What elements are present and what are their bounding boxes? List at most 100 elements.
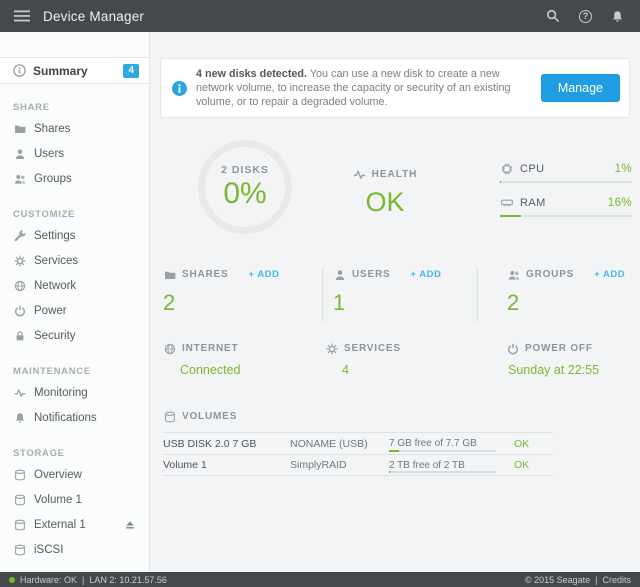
sidebar-item-label: Summary <box>33 64 88 78</box>
stats-row: SHARES + ADD 2 USERS + ADD 1 GROUPS + AD… <box>150 268 630 322</box>
help-button[interactable]: ? <box>579 10 592 23</box>
users-label: USERS <box>352 269 390 280</box>
volumes-table: USB DISK 2.0 7 GB NONAME (USB) 7 GB free… <box>163 432 553 476</box>
volumes-label: VOLUMES <box>182 411 237 422</box>
ram-stick-icon <box>500 196 513 209</box>
users-stat: USERS + ADD 1 <box>322 268 477 322</box>
cpu-chip-icon <box>500 162 513 175</box>
services-status: SERVICES 4 <box>325 342 401 377</box>
hamburger-icon <box>14 10 30 22</box>
users-count: 1 <box>333 290 477 316</box>
sidebar-item-shares[interactable]: Shares <box>0 116 149 141</box>
sidebar-item-label: Security <box>34 330 76 342</box>
sidebar-item-external-1[interactable]: External 1 <box>0 512 149 537</box>
power-off-status: POWER OFF Sunday at 22:55 <box>506 342 599 377</box>
sidebar-item-summary[interactable]: Summary 4 <box>0 57 149 84</box>
sidebar-item-label: Shares <box>34 123 70 135</box>
user-icon <box>13 147 26 160</box>
search-button[interactable] <box>546 9 560 23</box>
sidebar-item-users[interactable]: Users <box>0 141 149 166</box>
lan-address: LAN 2: 10.21.57.56 <box>89 575 167 585</box>
capacity-bar <box>389 471 496 473</box>
volume-type: SimplyRAID <box>290 459 389 471</box>
sidebar-item-label: Power <box>34 305 67 317</box>
sidebar-item-notifications[interactable]: Notifications <box>0 405 149 430</box>
bell-icon <box>13 411 26 424</box>
sidebar: Summary 4 SHARE Shares Users Groups CUST… <box>0 32 150 572</box>
add-share-link[interactable]: + ADD <box>248 269 279 280</box>
status-badge: OK <box>506 459 553 471</box>
cpu-value: 1% <box>615 163 632 175</box>
sidebar-item-label: Network <box>34 280 76 292</box>
sidebar-item-monitoring[interactable]: Monitoring <box>0 380 149 405</box>
table-row[interactable]: USB DISK 2.0 7 GB NONAME (USB) 7 GB free… <box>163 432 553 454</box>
power-off-label: POWER OFF <box>525 343 593 354</box>
disk-icon <box>163 410 176 423</box>
sidebar-item-label: Notifications <box>34 412 97 424</box>
top-bar: Device Manager ? <box>0 0 640 32</box>
add-user-link[interactable]: + ADD <box>410 269 441 280</box>
sidebar-section-maintenance: MAINTENANCE <box>0 366 149 378</box>
table-row[interactable]: Volume 1 SimplyRAID 2 TB free of 2 TB OK <box>163 454 553 476</box>
main-content: 4 new disks detected. You can use a new … <box>150 32 640 572</box>
hamburger-menu-button[interactable] <box>0 0 43 32</box>
sidebar-section-share: SHARE <box>0 102 149 114</box>
groups-count: 2 <box>507 290 630 316</box>
summary-badge: 4 <box>123 64 139 78</box>
volumes-section: VOLUMES USB DISK 2.0 7 GB NONAME (USB) 7… <box>163 410 553 476</box>
sidebar-item-power[interactable]: Power <box>0 298 149 323</box>
sidebar-item-settings[interactable]: Settings <box>0 223 149 248</box>
cpu-meter: CPU 1% <box>500 162 632 183</box>
ram-meter: RAM 16% <box>500 196 632 217</box>
volume-capacity: 2 TB free of 2 TB <box>389 455 506 475</box>
notifications-button[interactable] <box>611 10 624 23</box>
volume-capacity: 7 GB free of 7.7 GB <box>389 433 506 454</box>
sidebar-item-label: Volume 1 <box>34 494 82 506</box>
volume-name: USB DISK 2.0 7 GB <box>163 438 290 450</box>
groups-label: GROUPS <box>526 269 574 280</box>
users-icon <box>13 172 26 185</box>
notification-banner: 4 new disks detected. You can use a new … <box>160 58 630 118</box>
eject-button[interactable] <box>124 519 136 531</box>
sidebar-item-network[interactable]: Network <box>0 273 149 298</box>
internet-status: INTERNET Connected <box>163 342 240 377</box>
sidebar-item-groups[interactable]: Groups <box>0 166 149 191</box>
sidebar-item-label: Settings <box>34 230 76 242</box>
manage-button[interactable]: Manage <box>541 74 620 102</box>
sidebar-section-storage: STORAGE <box>0 448 149 460</box>
sidebar-item-label: Services <box>34 255 78 267</box>
add-group-link[interactable]: + ADD <box>594 269 625 280</box>
sidebar-item-overview[interactable]: Overview <box>0 462 149 487</box>
ram-label: RAM <box>520 197 546 209</box>
users-icon <box>507 268 520 281</box>
search-icon <box>546 9 560 23</box>
ram-progressbar <box>500 215 632 217</box>
sidebar-item-security[interactable]: Security <box>0 323 149 348</box>
disks-usage-value: 0% <box>223 177 266 211</box>
copyright: © 2015 Seagate <box>525 575 590 585</box>
disk-icon <box>13 543 26 556</box>
sidebar-item-services[interactable]: Services <box>0 248 149 273</box>
banner-title: 4 new disks detected. <box>196 68 307 80</box>
services-value: 4 <box>325 363 401 377</box>
credits-link[interactable]: Credits <box>602 575 631 585</box>
hardware-status: Hardware: OK <box>20 575 77 585</box>
gear-icon <box>13 254 26 267</box>
sidebar-item-label: Users <box>34 148 64 160</box>
power-off-value: Sunday at 22:55 <box>506 363 599 377</box>
wrench-icon <box>13 229 26 242</box>
health-label: HEALTH <box>372 169 418 180</box>
info-row: INTERNET Connected SERVICES 4 POWER OFF … <box>150 342 630 390</box>
info-icon <box>13 64 26 77</box>
sidebar-item-volume-1[interactable]: Volume 1 <box>0 487 149 512</box>
info-circle-icon <box>172 81 187 96</box>
sidebar-item-iscsi[interactable]: iSCSI <box>0 537 149 562</box>
health-block: HEALTH OK <box>330 168 440 218</box>
app-title: Device Manager <box>43 9 144 24</box>
sidebar-section-customize: CUSTOMIZE <box>0 209 149 221</box>
meters-block: CPU 1% RAM 16% <box>500 162 632 217</box>
health-value: OK <box>330 187 440 218</box>
banner-text: 4 new disks detected. You can use a new … <box>196 67 532 109</box>
separator: | <box>595 575 597 585</box>
folder-icon <box>13 122 26 135</box>
